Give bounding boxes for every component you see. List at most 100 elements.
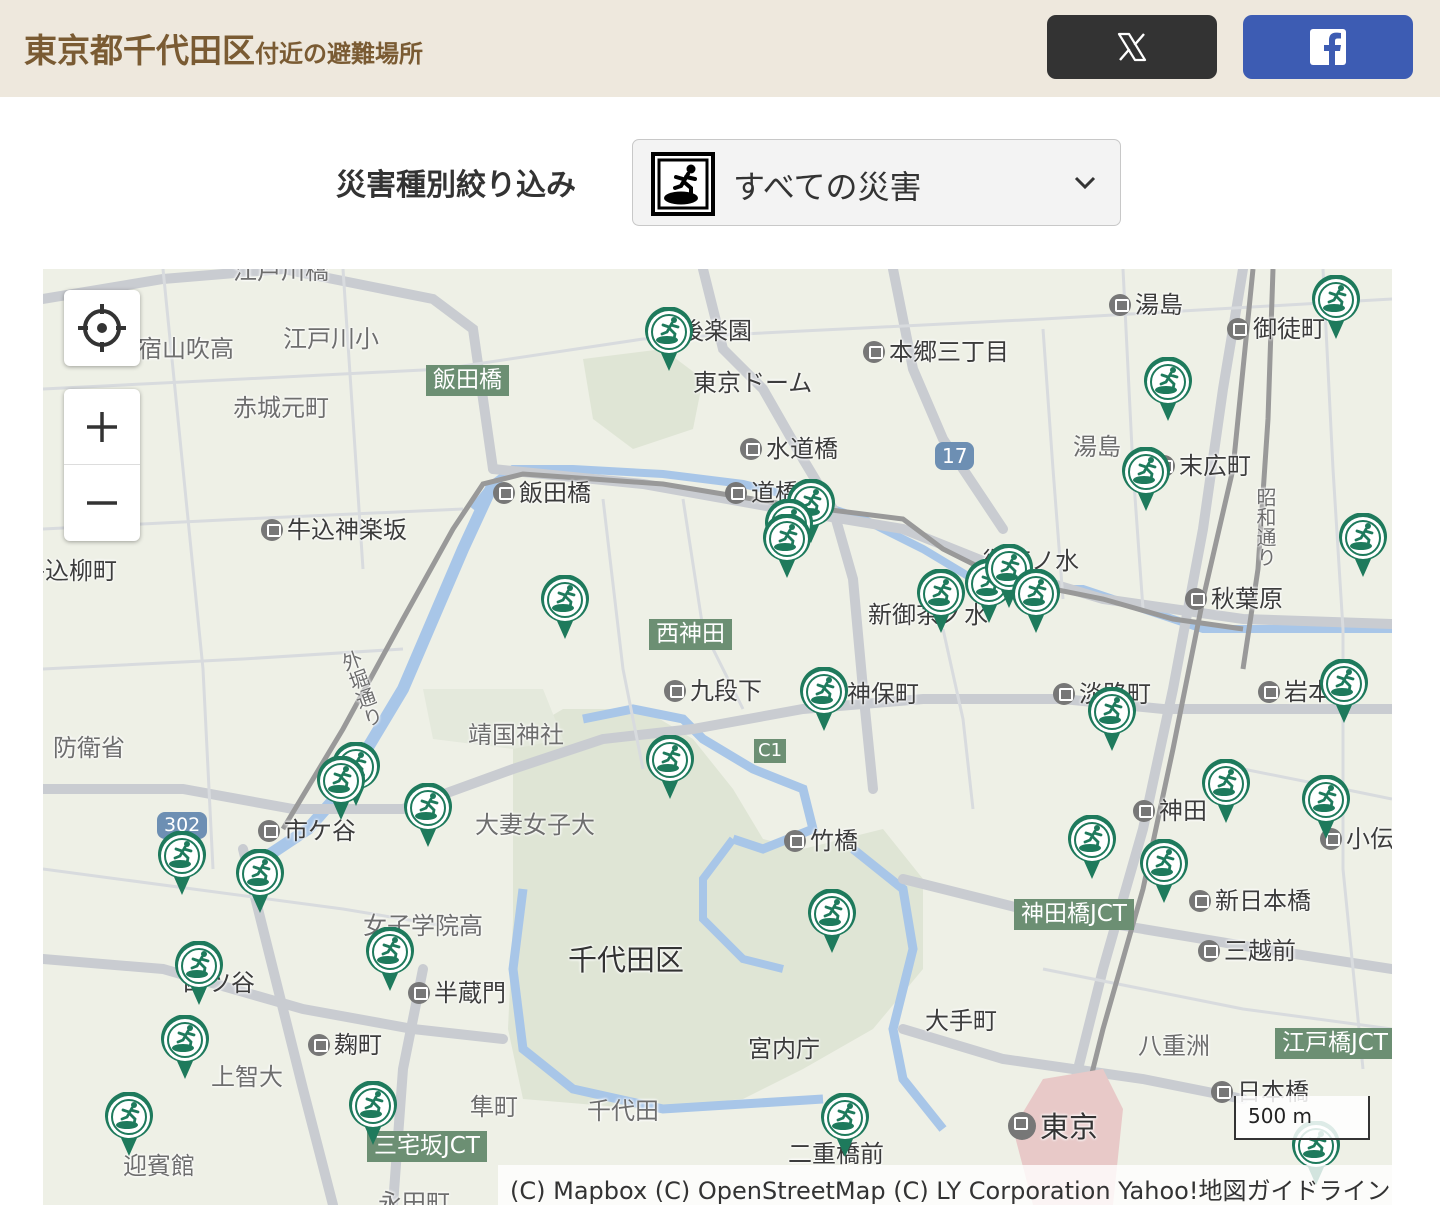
map-label: 秋葉原 <box>1185 587 1283 611</box>
evacuation-marker-icon <box>317 755 365 820</box>
evacuation-marker[interactable] <box>1066 814 1118 881</box>
evacuation-marker[interactable] <box>798 666 850 733</box>
map-attribution[interactable]: (C) Mapbox (C) OpenStreetMap (C) LY Corp… <box>498 1165 1392 1205</box>
zoom-out-button[interactable] <box>64 465 140 541</box>
map-label: 靖国神社 <box>468 721 564 749</box>
evacuation-marker-icon <box>1202 758 1250 823</box>
evacuation-marker[interactable] <box>315 755 367 822</box>
map-tag: 飯田橋 <box>426 365 509 397</box>
evacuation-marker[interactable] <box>915 568 967 635</box>
evacuation-marker[interactable] <box>644 734 696 801</box>
crosshair-icon <box>78 304 126 352</box>
zoom-control <box>64 389 140 541</box>
evacuation-marker[interactable] <box>173 940 225 1007</box>
evacuation-icon <box>651 152 715 216</box>
evacuation-marker-icon <box>105 1091 153 1156</box>
share-x-button[interactable] <box>1047 15 1217 79</box>
evacuation-marker[interactable] <box>159 1014 211 1081</box>
evacuation-marker-icon <box>175 940 223 1005</box>
map-tag: 西神田 <box>649 619 732 651</box>
evacuation-marker[interactable] <box>539 574 591 641</box>
evacuation-marker[interactable] <box>1200 758 1252 825</box>
evacuation-marker[interactable] <box>347 1080 399 1147</box>
evacuation-marker[interactable] <box>1010 568 1062 635</box>
station-icon <box>1198 940 1220 962</box>
evacuation-marker[interactable] <box>761 513 813 580</box>
evacuation-marker-icon <box>366 926 414 991</box>
map-label: 九段下 <box>664 679 762 703</box>
evacuation-marker-icon <box>158 830 206 895</box>
zoom-in-button[interactable] <box>64 389 140 465</box>
evacuation-marker[interactable] <box>1120 446 1172 513</box>
disaster-type-select[interactable]: すべての災害 <box>632 139 1121 226</box>
map-label: 新日本橋 <box>1189 889 1311 913</box>
map-label: 半蔵門 <box>408 981 506 1005</box>
map-label: 本郷三丁目 <box>863 340 1009 364</box>
map-label: 宿山吹高 <box>138 335 234 363</box>
map-tag: 神田橋JCT <box>1014 899 1134 931</box>
station-icon <box>740 438 762 460</box>
map-label: 東京 <box>1008 1112 1098 1142</box>
x-logo-icon <box>1117 32 1147 62</box>
map-label: 湯島 <box>1073 433 1121 461</box>
station-icon <box>1053 683 1075 705</box>
station-icon <box>784 830 806 852</box>
evacuation-marker[interactable] <box>156 830 208 897</box>
map-label: 上智大 <box>211 1063 283 1091</box>
evacuation-marker[interactable] <box>806 888 858 955</box>
map-label: 東京ドーム <box>693 369 813 397</box>
route-shield: 17 <box>935 442 975 470</box>
evacuation-marker-icon <box>236 848 284 913</box>
evacuation-marker[interactable] <box>364 926 416 993</box>
minus-icon <box>87 501 117 505</box>
chevron-down-icon <box>1074 176 1096 190</box>
evacuation-marker-icon <box>917 568 965 633</box>
map-label: 麹町 <box>308 1033 382 1057</box>
evacuation-marker-icon <box>404 782 452 847</box>
evacuation-marker-icon <box>800 666 848 731</box>
evacuation-marker[interactable] <box>1310 274 1362 341</box>
evacuation-marker[interactable] <box>1318 658 1370 725</box>
map-label: 竹橋 <box>784 829 858 853</box>
evacuation-marker-icon <box>541 574 589 639</box>
evacuation-marker-icon <box>763 513 811 578</box>
map-label: 大妻女子大 <box>475 811 595 839</box>
map-label: 牛込神楽坂 <box>261 518 407 542</box>
station-icon <box>493 482 515 504</box>
map-label: 隼町 <box>470 1093 518 1121</box>
evacuation-marker[interactable] <box>103 1091 155 1158</box>
station-icon <box>261 519 283 541</box>
evacuation-marker-icon <box>1088 686 1136 751</box>
evacuation-marker-icon <box>645 306 693 371</box>
evacuation-marker[interactable] <box>1300 774 1352 841</box>
evacuation-marker-icon <box>1144 356 1192 421</box>
page-header: 東京都千代田区付近の避難場所 <box>0 0 1440 97</box>
station-icon <box>725 482 747 504</box>
map-label: 市ケ谷 <box>258 819 356 843</box>
facebook-logo-icon <box>1310 29 1346 65</box>
evacuation-marker-icon <box>1312 274 1360 339</box>
map-label: 防衛省 <box>53 734 125 762</box>
station-icon <box>1258 681 1280 703</box>
evacuation-marker[interactable] <box>1337 512 1389 579</box>
map-label: 大手町 <box>925 1007 997 1035</box>
evacuation-map[interactable]: 江戸川橋 宿山吹高 江戸川小 赤城元町 飯田橋 後楽園 東京ドーム 本郷三丁目 … <box>43 269 1392 1205</box>
station-icon <box>664 680 686 702</box>
evacuation-marker[interactable] <box>1138 838 1190 905</box>
station-icon <box>1211 1081 1233 1103</box>
station-icon <box>258 820 280 842</box>
evacuation-marker[interactable] <box>819 1092 871 1159</box>
station-icon <box>1227 318 1249 340</box>
page-title: 東京都千代田区付近の避難場所 <box>24 24 423 72</box>
evacuation-marker[interactable] <box>643 306 695 373</box>
share-facebook-button[interactable] <box>1243 15 1413 79</box>
locate-button[interactable] <box>64 290 140 366</box>
evacuation-marker-icon <box>646 734 694 799</box>
evacuation-marker[interactable] <box>1086 686 1138 753</box>
route-shield: C1 <box>754 739 787 763</box>
map-label: 飯田橋 <box>493 481 591 505</box>
map-label: 八重洲 <box>1138 1032 1210 1060</box>
evacuation-marker[interactable] <box>234 848 286 915</box>
evacuation-marker[interactable] <box>1142 356 1194 423</box>
evacuation-marker[interactable] <box>402 782 454 849</box>
